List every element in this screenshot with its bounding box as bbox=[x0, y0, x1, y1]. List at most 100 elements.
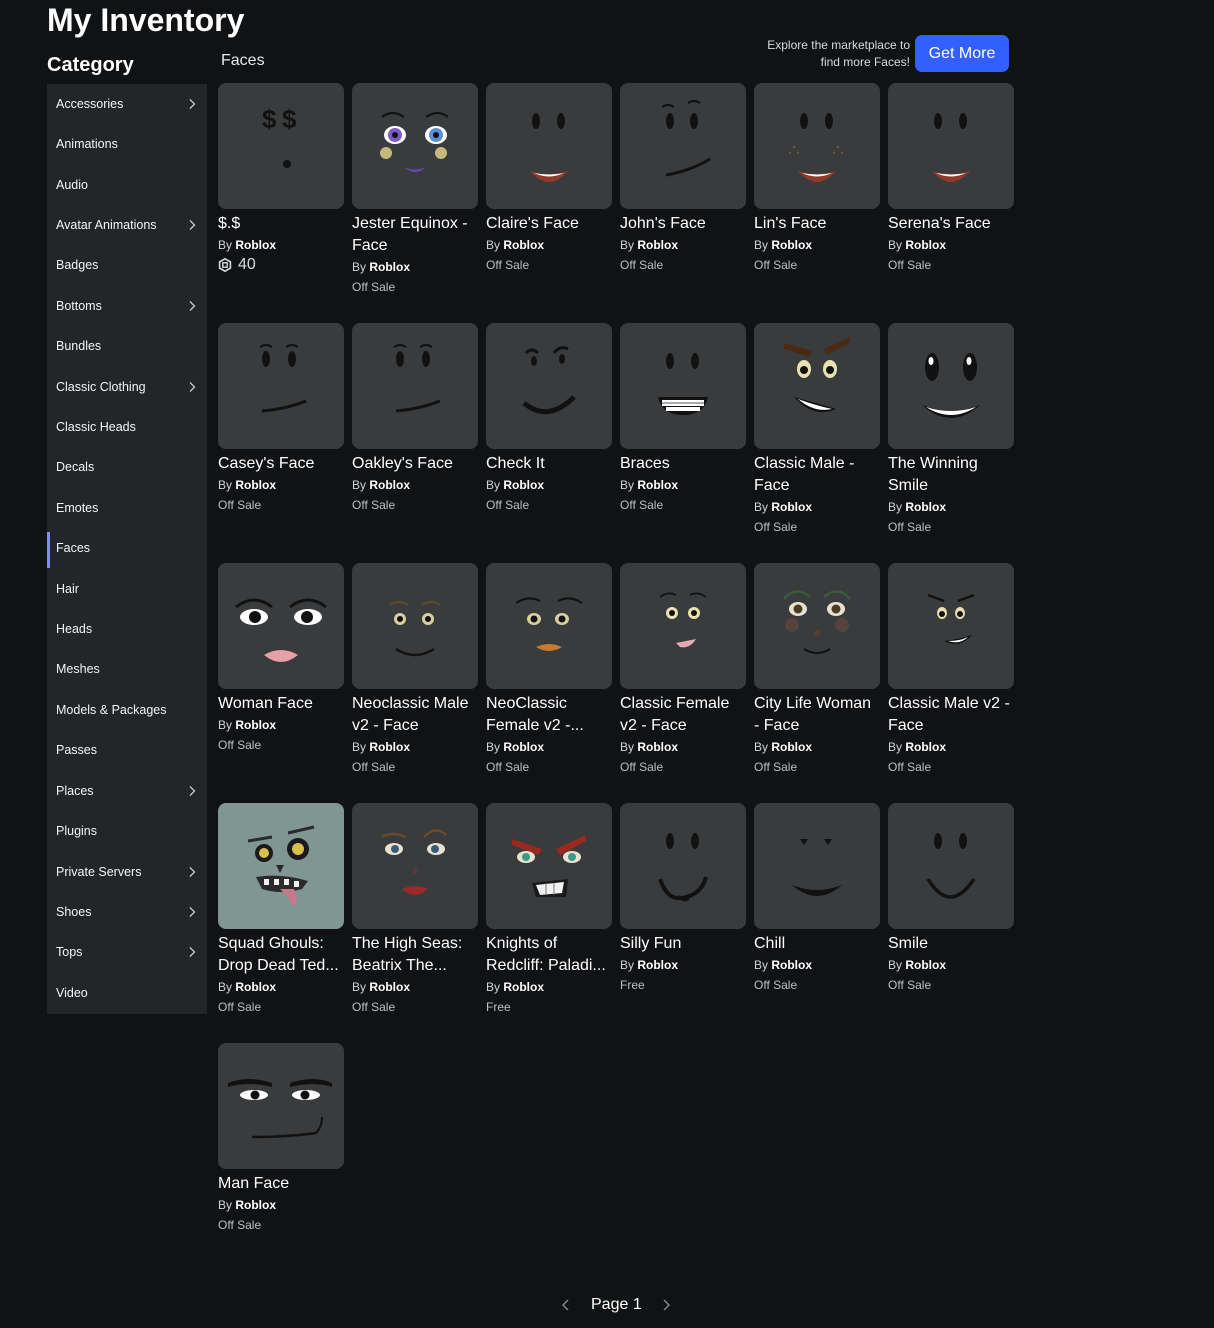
creator-link[interactable]: Roblox bbox=[637, 958, 678, 972]
item-creator: By Roblox bbox=[352, 980, 411, 994]
chevron-right-icon bbox=[189, 99, 196, 109]
item-card[interactable]: Squad Ghouls: Drop Dead Ted... By Roblox… bbox=[218, 803, 344, 1016]
sidebar-item-label: Animations bbox=[56, 137, 118, 151]
item-card[interactable]: $ $ $.$ By Roblox 40 bbox=[218, 83, 344, 274]
creator-link[interactable]: Roblox bbox=[235, 718, 276, 732]
sidebar-item-tops[interactable]: Tops bbox=[47, 932, 207, 972]
face-image bbox=[380, 112, 449, 172]
item-card[interactable]: Oakley's Face By Roblox Off Sale bbox=[352, 323, 478, 514]
item-card[interactable]: Smile By Roblox Off Sale bbox=[888, 803, 1014, 994]
creator-link[interactable]: Roblox bbox=[637, 478, 678, 492]
sidebar-item-label: Avatar Animations bbox=[56, 218, 157, 232]
item-card[interactable]: Chill By Roblox Off Sale bbox=[754, 803, 880, 994]
item-card[interactable]: Casey's Face By Roblox Off Sale bbox=[218, 323, 344, 514]
creator-link[interactable]: Roblox bbox=[369, 980, 410, 994]
sidebar-item-models-packages[interactable]: Models & Packages bbox=[47, 690, 207, 730]
sidebar-item-hair[interactable]: Hair bbox=[47, 569, 207, 609]
creator-link[interactable]: Roblox bbox=[235, 478, 276, 492]
chevron-right-icon bbox=[189, 382, 196, 392]
creator-link[interactable]: Roblox bbox=[771, 958, 812, 972]
creator-link[interactable]: Roblox bbox=[503, 740, 544, 754]
item-card[interactable]: Classic Male v2 - Face By Roblox Off Sal… bbox=[888, 563, 1014, 776]
creator-link[interactable]: Roblox bbox=[905, 958, 946, 972]
item-thumbnail bbox=[486, 563, 612, 689]
item-card[interactable]: Braces By Roblox Off Sale bbox=[620, 323, 746, 514]
sidebar-item-animations[interactable]: Animations bbox=[47, 124, 207, 164]
item-card[interactable]: The Winning Smile By Roblox Off Sale bbox=[888, 323, 1014, 536]
creator-link[interactable]: Roblox bbox=[905, 500, 946, 514]
item-card[interactable]: Serena's Face By Roblox Off Sale bbox=[888, 83, 1014, 274]
chevron-right-icon bbox=[189, 867, 196, 877]
item-card[interactable]: Check It By Roblox Off Sale bbox=[486, 323, 612, 514]
sidebar-item-plugins[interactable]: Plugins bbox=[47, 811, 207, 851]
item-card[interactable]: City Life Woman - Face By Roblox Off Sal… bbox=[754, 563, 880, 776]
item-price: Off Sale bbox=[754, 978, 798, 992]
item-card[interactable]: Neoclassic Male v2 - Face By Roblox Off … bbox=[352, 563, 478, 776]
get-more-button[interactable]: Get More bbox=[915, 35, 1009, 72]
sidebar-item-bundles[interactable]: Bundles bbox=[47, 326, 207, 366]
creator-link[interactable]: Roblox bbox=[235, 1198, 276, 1212]
item-thumbnail bbox=[218, 323, 344, 449]
chevron-right-icon[interactable] bbox=[659, 1298, 673, 1312]
item-card[interactable]: Man Face By Roblox Off Sale bbox=[218, 1043, 344, 1234]
creator-link[interactable]: Roblox bbox=[503, 478, 544, 492]
sidebar-item-bottoms[interactable]: Bottoms bbox=[47, 286, 207, 326]
chevron-left-icon[interactable] bbox=[559, 1298, 573, 1312]
item-creator: By Roblox bbox=[218, 478, 277, 492]
sidebar-item-emotes[interactable]: Emotes bbox=[47, 488, 207, 528]
sidebar-item-label: Decals bbox=[56, 460, 95, 474]
sidebar-item-avatar-animations[interactable]: Avatar Animations bbox=[47, 205, 207, 245]
creator-link[interactable]: Roblox bbox=[235, 980, 276, 994]
item-card[interactable]: Knights of Redcliff: Paladi... By Roblox… bbox=[486, 803, 612, 1016]
sidebar-item-heads[interactable]: Heads bbox=[47, 609, 207, 649]
sidebar-item-passes[interactable]: Passes bbox=[47, 730, 207, 770]
item-card[interactable]: Woman Face By Roblox Off Sale bbox=[218, 563, 344, 754]
sidebar-item-private-servers[interactable]: Private Servers bbox=[47, 852, 207, 892]
item-creator: By Roblox bbox=[352, 478, 411, 492]
item-name: John's Face bbox=[620, 215, 706, 232]
sidebar-item-label: Shoes bbox=[56, 905, 92, 919]
sidebar-item-shoes[interactable]: Shoes bbox=[47, 892, 207, 932]
item-card[interactable]: Claire's Face By Roblox Off Sale bbox=[486, 83, 612, 274]
item-price: Off Sale bbox=[620, 498, 664, 512]
sidebar-item-video[interactable]: Video bbox=[47, 973, 207, 1013]
sidebar-item-faces[interactable]: Faces bbox=[47, 528, 207, 568]
item-thumbnail bbox=[352, 803, 478, 929]
item-card[interactable]: Jester Equinox - Face By Roblox Off Sale bbox=[352, 83, 478, 296]
item-creator: By Roblox bbox=[352, 740, 411, 754]
sidebar-item-places[interactable]: Places bbox=[47, 771, 207, 811]
sidebar-item-label: Places bbox=[56, 784, 94, 798]
creator-link[interactable]: Roblox bbox=[369, 478, 410, 492]
creator-link[interactable]: Roblox bbox=[771, 238, 812, 252]
item-name: Classic Male - Face bbox=[754, 455, 855, 494]
face-image bbox=[926, 833, 976, 899]
page-indicator: Page 1 bbox=[591, 1296, 642, 1313]
item-card[interactable]: Classic Male - Face By Roblox Off Sale bbox=[754, 323, 880, 536]
creator-link[interactable]: Roblox bbox=[503, 238, 544, 252]
creator-link[interactable]: Roblox bbox=[503, 980, 544, 994]
sidebar-item-classic-clothing[interactable]: Classic Clothing bbox=[47, 367, 207, 407]
item-card[interactable]: NeoClassic Female v2 -... By Roblox Off … bbox=[486, 563, 612, 776]
creator-link[interactable]: Roblox bbox=[905, 238, 946, 252]
sidebar-item-accessories[interactable]: Accessories bbox=[47, 84, 207, 124]
item-card[interactable]: Classic Female v2 - Face By Roblox Off S… bbox=[620, 563, 746, 776]
creator-link[interactable]: Roblox bbox=[637, 740, 678, 754]
creator-link[interactable]: Roblox bbox=[235, 238, 276, 252]
sidebar-item-classic-heads[interactable]: Classic Heads bbox=[47, 407, 207, 447]
creator-link[interactable]: Roblox bbox=[771, 740, 812, 754]
item-card[interactable]: Lin's Face By Roblox Off Sale bbox=[754, 83, 880, 274]
sidebar-item-audio[interactable]: Audio bbox=[47, 165, 207, 205]
item-card[interactable]: The High Seas: Beatrix The... By Roblox … bbox=[352, 803, 478, 1016]
sidebar-item-decals[interactable]: Decals bbox=[47, 447, 207, 487]
item-card[interactable]: John's Face By Roblox Off Sale bbox=[620, 83, 746, 274]
creator-link[interactable]: Roblox bbox=[905, 740, 946, 754]
chevron-right-icon bbox=[189, 786, 196, 796]
sidebar-item-meshes[interactable]: Meshes bbox=[47, 649, 207, 689]
sidebar-item-badges[interactable]: Badges bbox=[47, 245, 207, 285]
creator-link[interactable]: Roblox bbox=[369, 740, 410, 754]
creator-link[interactable]: Roblox bbox=[637, 238, 678, 252]
item-card[interactable]: Silly Fun By Roblox Free bbox=[620, 803, 746, 994]
item-price: Off Sale bbox=[486, 498, 530, 512]
creator-link[interactable]: Roblox bbox=[369, 260, 410, 274]
creator-link[interactable]: Roblox bbox=[771, 500, 812, 514]
